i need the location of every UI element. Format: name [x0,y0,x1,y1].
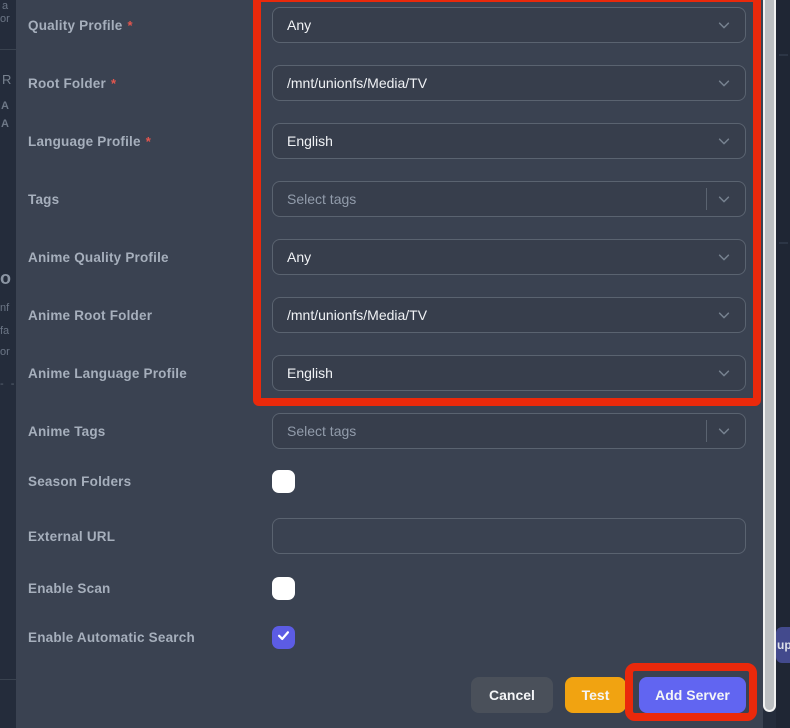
add-server-modal: Quality Profile * Any Root Folder * /mnt/u… [16,0,763,728]
cancel-button[interactable]: Cancel [471,677,553,713]
season-folders-label: Season Folders [28,474,132,489]
chevron-down-icon [717,134,731,148]
form-row-enable-scan: Enable Scan [16,577,763,600]
anime-language-profile-value: English [287,365,333,381]
test-button[interactable]: Test [565,677,626,713]
backdrop-divider [779,242,788,244]
root-folder-label: Root Folder * [28,75,117,91]
root-folder-select[interactable]: /mnt/unionfs/Media/TV [272,65,746,101]
required-marker: * [145,133,151,149]
checkmark-icon [276,628,291,648]
external-url-field[interactable] [272,518,746,554]
external-url-label: External URL [28,528,116,544]
chevron-down-icon [717,76,731,90]
chevron-down-icon[interactable] [717,192,731,206]
tags-multiselect[interactable]: Select tags [272,181,746,217]
chevron-down-icon [717,250,731,264]
required-marker: * [127,17,133,33]
form-row-tags: Tags Select tags [16,181,763,217]
anime-quality-profile-value: Any [287,249,312,265]
backdrop-text-fragment: or [0,346,10,358]
scrollbar[interactable] [763,0,776,712]
backdrop-text-fragment: A [1,118,9,130]
page-backdrop-right: up [776,0,790,728]
chevron-down-icon [717,18,731,32]
form-row-anime-quality-profile: Anime Quality Profile Any [16,239,763,275]
scrollbar-thumb[interactable] [765,0,774,710]
backdrop-text-fragment: a [2,0,9,12]
anime-quality-profile-label: Anime Quality Profile [28,249,169,265]
form-row-anime-root-folder: Anime Root Folder /mnt/unionfs/Media/TV [16,297,763,333]
quality-profile-select[interactable]: Any [272,7,746,43]
enable-scan-label: Enable Scan [28,581,111,596]
backdrop-button-fragment: up [776,627,790,663]
backdrop-text-fragment: A [1,100,9,112]
form-row-external-url: External URL [16,518,763,554]
anime-root-folder-value: /mnt/unionfs/Media/TV [287,307,428,323]
backdrop-text-fragment: fa [0,325,10,337]
backdrop-divider [0,49,16,50]
required-marker: * [110,75,117,91]
backdrop-text-fragment: nf [0,302,10,314]
select-divider [706,188,707,210]
page-backdrop-left: a or R A A o nf fa or - - [0,0,16,728]
root-folder-value: /mnt/unionfs/Media/TV [287,75,428,91]
anime-root-folder-select[interactable]: /mnt/unionfs/Media/TV [272,297,746,333]
form-row-quality-profile: Quality Profile * Any [16,7,763,43]
season-folders-checkbox[interactable] [272,470,295,493]
language-profile-select[interactable]: English [272,123,746,159]
tags-label: Tags [28,191,60,207]
form-row-season-folders: Season Folders [16,470,763,493]
form-row-language-profile: Language Profile * English [16,123,763,159]
form-row-anime-tags: Anime Tags Select tags [16,413,763,449]
external-url-input[interactable] [287,519,731,553]
backdrop-text-fragment: or [0,13,10,25]
quality-profile-value: Any [287,17,312,33]
enable-automatic-search-checkbox[interactable] [272,626,295,649]
add-server-button[interactable]: Add Server [639,677,746,713]
anime-root-folder-label: Anime Root Folder [28,307,153,323]
backdrop-text-fragment: - - [0,378,17,390]
anime-language-profile-label: Anime Language Profile [28,365,187,381]
enable-automatic-search-label: Enable Automatic Search [28,630,195,645]
chevron-down-icon[interactable] [717,424,731,438]
select-divider [706,420,707,442]
backdrop-text-fragment: o [0,268,11,288]
backdrop-text-fragment: R [2,72,12,87]
form-row-enable-automatic-search: Enable Automatic Search [16,626,763,649]
enable-scan-checkbox[interactable] [272,577,295,600]
backdrop-divider [779,54,788,56]
quality-profile-label: Quality Profile * [28,17,133,33]
form-row-root-folder: Root Folder * /mnt/unionfs/Media/TV [16,65,763,101]
anime-tags-multiselect[interactable]: Select tags [272,413,746,449]
screenshot-stage: a or R A A o nf fa or - - Quality Profil… [0,0,790,728]
anime-language-profile-select[interactable]: English [272,355,746,391]
anime-tags-placeholder: Select tags [287,423,357,439]
backdrop-divider [0,679,16,680]
form-row-anime-language-profile: Anime Language Profile English [16,355,763,391]
chevron-down-icon [717,366,731,380]
anime-quality-profile-select[interactable]: Any [272,239,746,275]
language-profile-label: Language Profile * [28,133,151,149]
tags-placeholder: Select tags [287,191,357,207]
chevron-down-icon [717,308,731,322]
anime-tags-label: Anime Tags [28,423,106,439]
language-profile-value: English [287,133,333,149]
